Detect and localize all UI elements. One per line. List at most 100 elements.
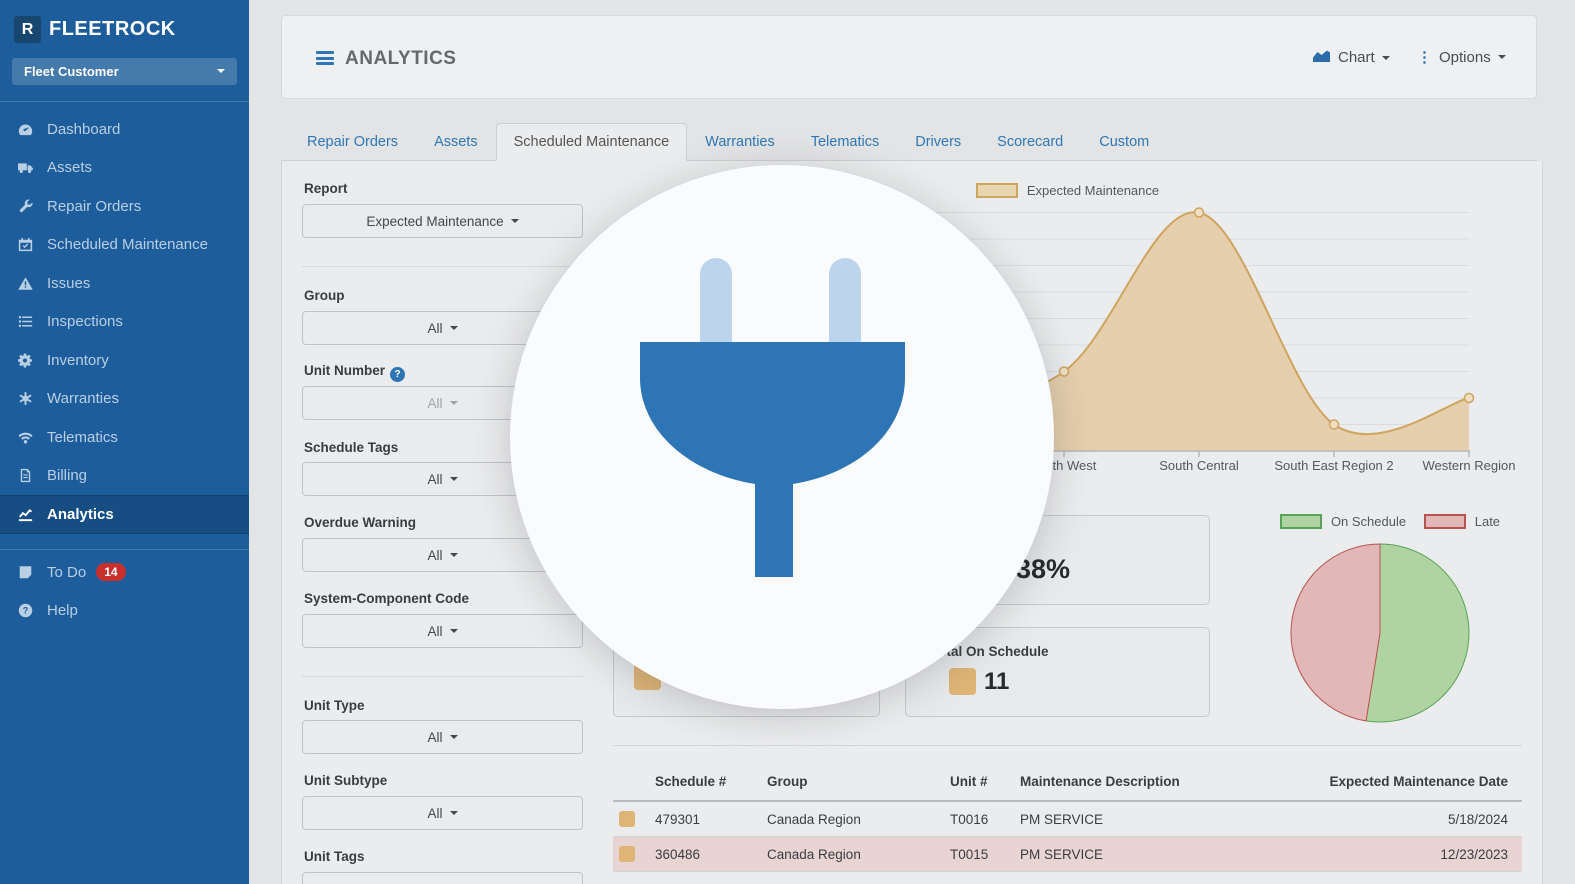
table-row[interactable]: 479301 Canada Region T0016 PM SERVICE 5/… <box>613 801 1522 837</box>
sidebar-divider <box>0 101 249 102</box>
filter-label-system-component-code: System-Component Code <box>304 591 469 606</box>
table-header[interactable]: Schedule # <box>649 763 761 801</box>
svg-text:?: ? <box>23 606 29 616</box>
schedule-cell: 360486 <box>649 837 761 872</box>
tab-repair-orders[interactable]: Repair Orders <box>289 123 416 161</box>
table-header-icon-col <box>613 763 649 801</box>
legend-label: On Schedule <box>1331 514 1406 529</box>
options-dropdown-button[interactable]: ⋮ Options <box>1417 48 1506 66</box>
question-circle-icon[interactable]: ? <box>390 367 405 382</box>
page-title: ANALYTICS <box>345 48 456 70</box>
unit-subtype-select[interactable]: All <box>302 796 583 830</box>
tab-telematics[interactable]: Telematics <box>793 123 898 161</box>
sidebar-item-label: Scheduled Maintenance <box>47 236 208 253</box>
sidebar-item-billing[interactable]: Billing <box>0 457 249 496</box>
sidebar-item-label: Telematics <box>47 429 118 446</box>
wifi-icon <box>18 430 34 445</box>
sidebar-item-inventory[interactable]: Inventory <box>0 341 249 380</box>
caret-down-icon <box>1498 55 1506 59</box>
calendar-check-icon <box>18 237 34 252</box>
table-header[interactable]: Maintenance Description <box>1014 763 1246 801</box>
filter-label-unit-number: Unit Number? <box>304 363 405 382</box>
brand-logo-icon: R <box>14 16 41 43</box>
sidebar-item-label: Repair Orders <box>47 198 141 215</box>
brand-title: FLEETROCK <box>49 18 176 41</box>
tab-warranties[interactable]: Warranties <box>687 123 793 161</box>
area-chart-icon <box>1312 48 1331 67</box>
table-header[interactable]: Expected Maintenance Date <box>1246 763 1522 801</box>
unit-subtype-select-value: All <box>427 806 442 821</box>
hamburger-icon[interactable] <box>316 51 334 65</box>
date-cell: 5/18/2024 <box>1246 801 1522 837</box>
customer-dropdown[interactable]: Fleet Customer <box>12 58 237 85</box>
sidebar-secondary-nav: To Do 14 ? Help <box>0 553 249 630</box>
sidebar: R FLEETROCK Fleet Customer Dashboard Ass… <box>0 0 249 884</box>
group-cell: Canada Region <box>761 837 944 872</box>
caret-down-icon <box>450 401 458 405</box>
schedule-tags-select-value: All <box>427 472 442 487</box>
sidebar-item-help[interactable]: ? Help <box>0 592 249 631</box>
sidebar-item-assets[interactable]: Assets <box>0 149 249 188</box>
options-button-label: Options <box>1439 49 1491 66</box>
row-status-cell <box>613 801 649 837</box>
caret-down-icon <box>450 811 458 815</box>
sidebar-item-scheduled-maintenance[interactable]: Scheduled Maintenance <box>0 226 249 265</box>
sidebar-item-inspections[interactable]: Inspections <box>0 303 249 342</box>
unit-type-select-value: All <box>427 730 442 745</box>
sidebar-item-dashboard[interactable]: Dashboard <box>0 110 249 149</box>
todo-count-badge: 14 <box>96 563 125 581</box>
tab-drivers[interactable]: Drivers <box>897 123 979 161</box>
filter-label-overdue-warning: Overdue Warning <box>304 515 416 530</box>
document-icon <box>18 468 34 483</box>
report-select-value: Expected Maintenance <box>366 214 503 229</box>
unit-type-select[interactable]: All <box>302 720 583 754</box>
pie-slice <box>1291 544 1380 721</box>
ellipsis-icon: ⋮ <box>1417 48 1432 66</box>
tab-scorecard[interactable]: Scorecard <box>979 123 1081 161</box>
description-cell: PM SERVICE <box>1014 801 1246 837</box>
sidebar-nav: Dashboard Assets Repair Orders Scheduled… <box>0 110 249 534</box>
svg-text:South East Region 2: South East Region 2 <box>1274 458 1393 473</box>
sidebar-item-label: Assets <box>47 159 92 176</box>
svg-text:South Central: South Central <box>1159 458 1239 473</box>
caret-down-icon <box>450 735 458 739</box>
tab-assets[interactable]: Assets <box>416 123 496 161</box>
tab-custom[interactable]: Custom <box>1081 123 1167 161</box>
group-cell: Canada Region <box>761 801 944 837</box>
system-component-code-select-value: All <box>427 624 442 639</box>
caret-down-icon <box>450 326 458 330</box>
truck-icon <box>18 160 34 175</box>
unit-tags-select[interactable] <box>302 872 583 884</box>
plug-icon <box>510 165 1054 709</box>
table-row[interactable]: 360486 Canada Region T0015 PM SERVICE 12… <box>613 837 1522 872</box>
question-circle-icon: ? <box>18 603 34 618</box>
filter-label-unit-subtype: Unit Subtype <box>304 773 387 788</box>
sidebar-item-analytics[interactable]: Analytics <box>0 495 249 534</box>
status-square-icon <box>619 811 635 827</box>
warning-icon <box>18 276 34 291</box>
pie-chart-legend: On Schedule Late <box>1240 514 1540 529</box>
sidebar-item-todo[interactable]: To Do 14 <box>0 553 249 592</box>
table-header[interactable]: Unit # <box>944 763 1014 801</box>
plug-body <box>640 342 905 577</box>
table-header[interactable]: Group <box>761 763 944 801</box>
legend-label: Late <box>1475 514 1500 529</box>
sidebar-item-telematics[interactable]: Telematics <box>0 418 249 457</box>
sidebar-item-warranties[interactable]: Warranties <box>0 380 249 419</box>
chart-dropdown-button[interactable]: Chart <box>1312 48 1390 67</box>
table-header-row: Schedule # Group Unit # Maintenance Desc… <box>613 763 1522 801</box>
description-cell: PM SERVICE <box>1014 837 1246 872</box>
schedule-cell: 479301 <box>649 801 761 837</box>
sidebar-item-repair-orders[interactable]: Repair Orders <box>0 187 249 226</box>
filter-label-schedule-tags: Schedule Tags <box>304 440 398 455</box>
date-cell: 12/23/2023 <box>1246 837 1522 872</box>
filter-label-report: Report <box>304 181 348 196</box>
note-icon <box>18 565 34 580</box>
sidebar-divider <box>0 549 249 550</box>
tab-scheduled-maintenance[interactable]: Scheduled Maintenance <box>496 123 688 161</box>
page-header: ANALYTICS Chart ⋮ Options <box>281 15 1537 99</box>
sidebar-item-issues[interactable]: Issues <box>0 264 249 303</box>
unit-cell: T0015 <box>944 837 1014 872</box>
on-schedule-pie-chart <box>1240 534 1520 734</box>
filter-label-group: Group <box>304 288 345 303</box>
